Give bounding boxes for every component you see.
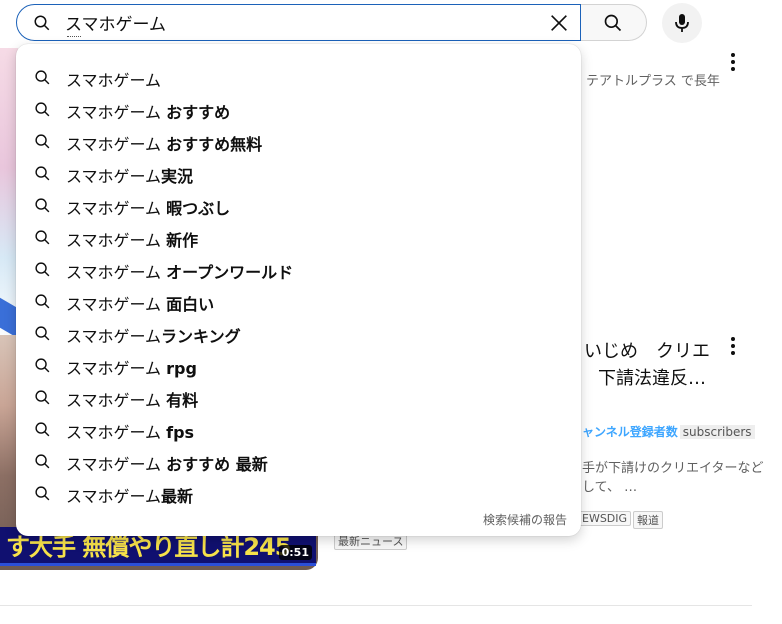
suggestion-item[interactable]: スマホゲーム 面白い [16,285,581,317]
suggestion-text: スマホゲーム実況 [66,163,193,187]
suggestion-suffix: rpg [166,359,197,378]
badge-newsdig[interactable]: EWSDIG [578,511,632,526]
suggestion-item[interactable]: スマホゲーム最新 [16,477,581,509]
suggestion-prefix: スマホゲーム [66,359,167,378]
video2-title-line2[interactable]: 下請法違反… [598,364,706,390]
suggestion-prefix: スマホゲーム [66,455,167,474]
suggestion-text: スマホゲーム 面白い [66,291,214,315]
search-icon [34,261,51,282]
suggestion-item[interactable]: スマホゲーム 有料 [16,381,581,413]
clear-icon[interactable] [548,12,570,34]
suggestion-suffix: おすすめ [166,103,231,122]
search-icon [34,325,51,346]
search-suggestions-dropdown: スマホゲーム スマホゲーム おすすめ スマホゲーム おすすめ無料 スマホゲーム実況 スマ… [16,44,581,536]
search-icon [34,229,51,250]
video-duration: 0:51 [278,545,312,560]
search-icon [34,101,51,122]
search-icon [34,357,51,378]
search-button[interactable] [581,4,647,41]
report-suggestions-link[interactable]: 検索候補の報告 [483,511,567,528]
search-icon [34,421,51,442]
suggestion-suffix: 面白い [166,295,215,314]
suggestion-suffix: おすすめ 最新 [166,455,268,474]
suggestion-text: スマホゲーム 新作 [66,227,198,251]
more-options-icon[interactable] [731,53,735,74]
suggestion-item[interactable]: スマホゲーム 新作 [16,221,581,253]
suggestion-prefix: スマホゲーム [66,391,167,410]
suggestion-suffix: 実況 [161,167,194,186]
suggestion-item[interactable]: スマホゲーム おすすめ 最新 [16,445,581,477]
suggestion-suffix: fps [166,423,195,442]
ime-underline [67,36,81,37]
suggestion-prefix: スマホゲーム [66,327,162,346]
suggestion-prefix: スマホゲーム [66,423,167,442]
suggestion-text: スマホゲーム 有料 [66,387,198,411]
video2-desc-line1: 手が下請けのクリエイターなど [582,461,764,476]
subscribers-label: subscribers [679,425,755,439]
suggestion-text: スマホゲーム rpg [66,355,197,379]
suggestion-prefix: スマホゲーム [66,295,167,314]
suggestion-item[interactable]: スマホゲーム実況 [16,157,581,189]
suggestion-text: スマホゲームランキング [66,323,241,347]
suggestion-suffix: 新作 [166,231,199,250]
suggestion-suffix: オープンワールド [166,263,294,282]
voice-search-button[interactable] [662,3,702,43]
suggestion-prefix: スマホゲーム [66,199,167,218]
search-icon [34,133,51,154]
suggestion-prefix: スマホゲーム [66,103,167,122]
suggestion-prefix: スマホゲーム [66,167,162,186]
suggestion-suffix: 暇つぶし [166,199,231,218]
search-icon [34,293,51,314]
suggestion-prefix: スマホゲーム [66,135,167,154]
suggestion-text: スマホゲーム おすすめ [66,99,230,123]
search-icon [34,197,51,218]
more-options-icon[interactable] [731,337,735,358]
suggestion-item[interactable]: スマホゲーム おすすめ [16,93,581,125]
search-box[interactable] [16,4,581,41]
suggestion-prefix: スマホゲーム [66,231,167,250]
suggestion-item[interactable]: スマホゲーム fps [16,413,581,445]
suggestion-prefix: スマホゲーム [66,487,162,506]
video2-channel[interactable]: ャンネル登録者数 subscribers [582,423,755,440]
divider [0,605,752,606]
suggestion-text: スマホゲーム おすすめ 最新 [66,451,268,475]
video2-title-line1[interactable]: いじめ クリエ [584,337,710,363]
suggestion-prefix: スマホゲーム [66,71,162,90]
video1-meta: テアトルプラス で長年 [586,74,720,89]
suggestion-text: スマホゲーム [66,67,161,91]
suggestion-suffix: 有料 [166,391,199,410]
suggestion-prefix: スマホゲーム [66,263,167,282]
suggestion-suffix: 最新 [161,487,194,506]
search-icon [34,485,51,506]
channel-subscriber-label: ャンネル登録者数 [582,425,678,439]
suggestion-suffix: ランキング [161,327,241,346]
suggestion-item[interactable]: スマホゲーム rpg [16,349,581,381]
search-icon [34,69,51,90]
suggestions-list: スマホゲーム スマホゲーム おすすめ スマホゲーム おすすめ無料 スマホゲーム実況 スマ… [16,61,581,509]
search-icon [34,453,51,474]
search-icon [33,14,51,36]
suggestion-text: スマホゲーム最新 [66,483,193,507]
suggestion-text: スマホゲーム おすすめ無料 [66,131,262,155]
search-icon [34,389,51,410]
badge-houdou[interactable]: 報道 [633,511,663,529]
suggestion-text: スマホゲーム 暇つぶし [66,195,230,219]
suggestion-item[interactable]: スマホゲームランキング [16,317,581,349]
suggestion-text: スマホゲーム fps [66,419,194,443]
search-input[interactable] [65,12,525,32]
suggestion-item[interactable]: スマホゲーム オープンワールド [16,253,581,285]
suggestion-suffix: おすすめ無料 [166,135,263,154]
video2-desc-line2: して、 … [582,480,638,495]
suggestion-item[interactable]: スマホゲーム おすすめ無料 [16,125,581,157]
suggestion-text: スマホゲーム オープンワールド [66,259,293,283]
suggestion-item[interactable]: スマホゲーム [16,61,581,93]
search-icon [34,165,51,186]
suggestion-item[interactable]: スマホゲーム 暇つぶし [16,189,581,221]
